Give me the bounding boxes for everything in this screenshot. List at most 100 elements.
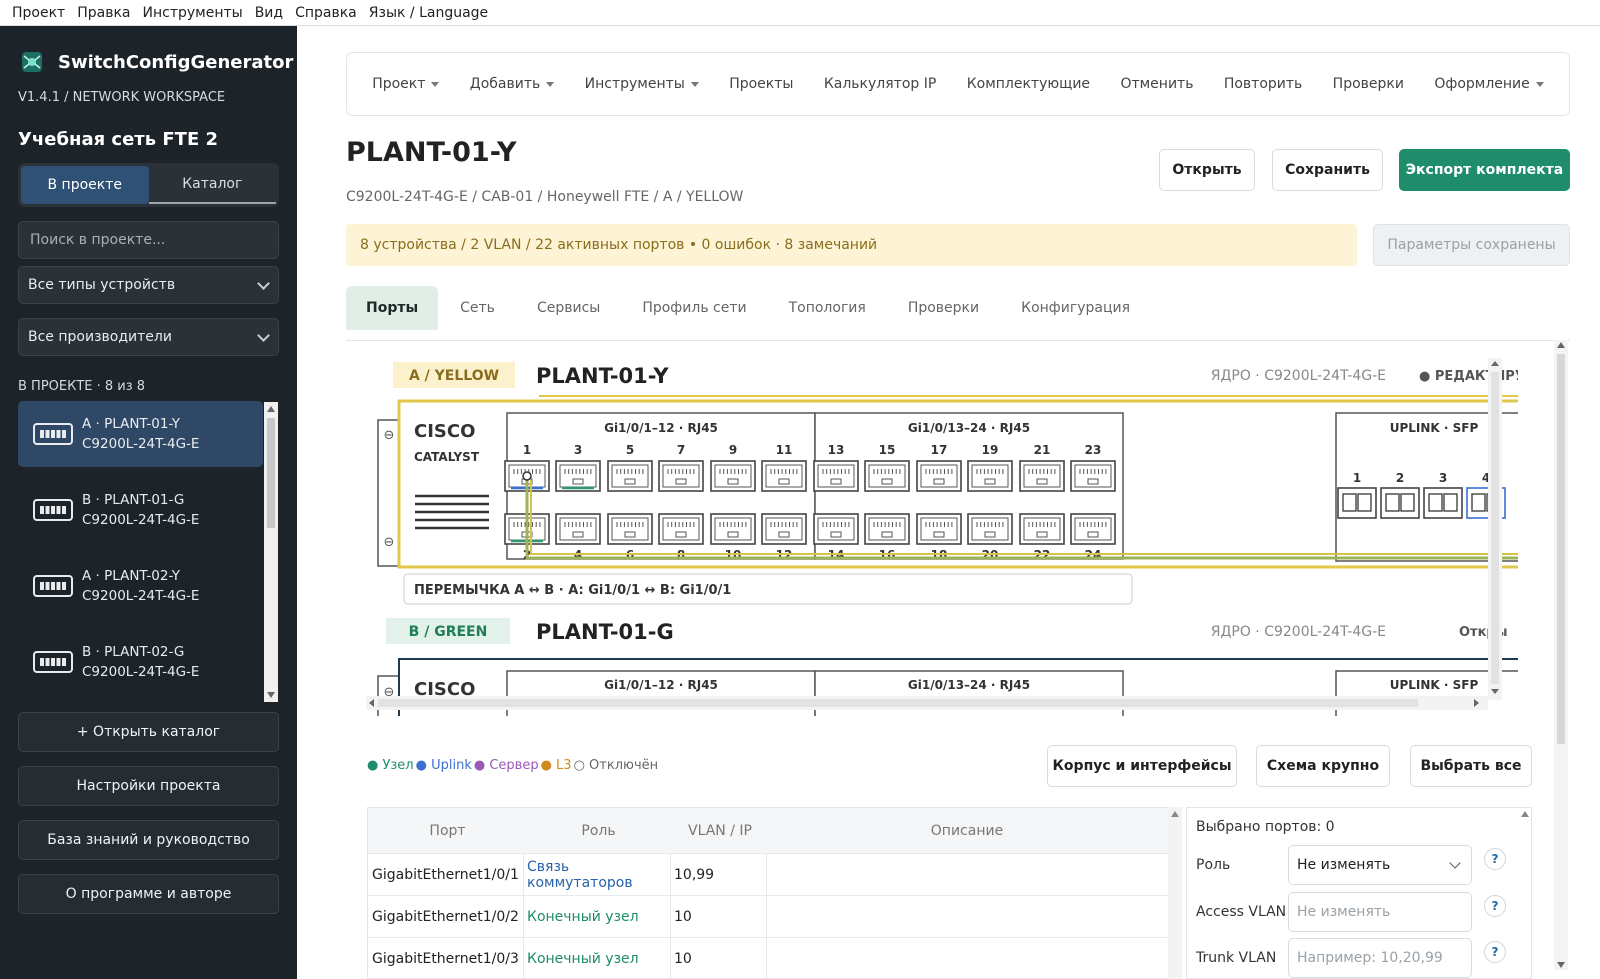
rj45-port[interactable] [607, 460, 653, 492]
trunk-vlan-input[interactable]: Например: 10,20,99 [1288, 938, 1472, 978]
table-row[interactable]: GigabitEthernet1/0/1 Связь коммутаторов 10… [368, 854, 1168, 896]
rj45-port[interactable] [607, 513, 653, 545]
project-search-input[interactable]: Поиск в проекте... [18, 221, 279, 259]
toolbar-item[interactable]: Повторить [1224, 76, 1302, 92]
toolbar-item[interactable]: Проекты [729, 76, 793, 92]
rj45-port[interactable] [916, 513, 962, 545]
page-scrollbar[interactable] [1554, 340, 1568, 970]
content-tab[interactable]: Конфигурация [1001, 286, 1150, 330]
page-scroll-thumb[interactable] [1557, 354, 1565, 744]
access-vlan-help-icon[interactable]: ? [1484, 895, 1506, 917]
toolbar-item[interactable]: Оформление [1434, 76, 1544, 92]
rj45-port[interactable] [658, 513, 704, 545]
rj45-port[interactable] [710, 460, 756, 492]
sfp-port[interactable] [1380, 487, 1420, 519]
table-scrollbar[interactable] [1168, 807, 1182, 979]
tab-catalog[interactable]: Каталог [148, 166, 276, 204]
menu-item[interactable]: Вид [255, 5, 283, 21]
toolbar-item[interactable]: Проект [372, 76, 440, 92]
scroll-up-icon[interactable] [1521, 811, 1529, 817]
rj45-port[interactable] [916, 460, 962, 492]
rj45-port[interactable] [1070, 513, 1116, 545]
column-header[interactable]: Описание [766, 823, 1168, 839]
content-tab[interactable]: Топология [769, 286, 886, 330]
menu-item[interactable]: Справка [295, 5, 357, 21]
rj45-port[interactable] [1070, 460, 1116, 492]
rj45-port[interactable] [813, 513, 859, 545]
device-list-item[interactable]: B · PLANT-01-G C9200L-24T-4G-E [18, 477, 263, 543]
trunk-vlan-help-icon[interactable]: ? [1484, 941, 1506, 963]
rj45-port[interactable] [813, 460, 859, 492]
chassis-interfaces-button[interactable]: Корпус и интерфейсы [1047, 745, 1237, 787]
toolbar-item[interactable]: Калькулятор IP [824, 76, 936, 92]
access-vlan-input[interactable]: Не изменять [1288, 892, 1472, 932]
large-diagram-button[interactable]: Схема крупно [1256, 745, 1390, 787]
scroll-up-icon[interactable] [1557, 342, 1565, 348]
table-row[interactable]: GigabitEthernet1/0/2 Конечный узел 10 [368, 896, 1168, 938]
rj45-port[interactable] [761, 513, 807, 545]
sfp-port[interactable] [1337, 487, 1377, 519]
device-list-item[interactable]: A · PLANT-01-Y C9200L-24T-4G-E [18, 401, 263, 467]
column-header[interactable]: VLAN / IP [670, 823, 766, 839]
menu-item[interactable]: Правка [77, 5, 130, 21]
device-list-item[interactable]: A · PLANT-02-Y C9200L-24T-4G-E [18, 553, 263, 619]
content-tab[interactable]: Проверки [888, 286, 999, 330]
scroll-up-icon[interactable] [267, 406, 275, 412]
sfp-port[interactable] [1423, 487, 1463, 519]
app-name: SwitchConfigGenerator [58, 51, 294, 73]
toolbar-item[interactable]: Добавить [470, 76, 555, 92]
rj45-port[interactable] [1019, 513, 1065, 545]
rj45-port[interactable] [555, 460, 601, 492]
menu-item[interactable]: Язык / Language [369, 5, 488, 21]
select-all-button[interactable]: Выбрать все [1410, 745, 1532, 787]
vendor-select[interactable]: Все производители [18, 318, 279, 356]
menu-item[interactable]: Инструменты [143, 5, 243, 21]
saved-status-button[interactable]: Параметры сохранены [1373, 224, 1570, 266]
device-type-select[interactable]: Все типы устройств [18, 266, 279, 304]
menu-item[interactable]: Проект [12, 5, 65, 21]
device-list-text: A · PLANT-02-Y C9200L-24T-4G-E [82, 566, 199, 606]
rj45-port[interactable] [658, 460, 704, 492]
scroll-down-icon[interactable] [1557, 962, 1565, 968]
table-row[interactable]: GigabitEthernet1/0/3 Конечный узел 10 [368, 938, 1168, 978]
scroll-down-icon[interactable] [267, 692, 275, 698]
column-header[interactable]: Роль [523, 823, 670, 839]
rj45-port[interactable] [864, 513, 910, 545]
toolbar-item[interactable]: Отменить [1120, 76, 1193, 92]
diagram-hscroll-thumb[interactable] [378, 699, 1418, 707]
scroll-up-icon[interactable] [1171, 811, 1179, 817]
tab-in-project[interactable]: В проекте [21, 166, 149, 204]
rj45-port[interactable] [967, 460, 1013, 492]
rj45-port[interactable] [555, 513, 601, 545]
toolbar-item[interactable]: Проверки [1333, 76, 1404, 92]
content-tab[interactable]: Порты [346, 286, 439, 330]
device-list-scrollbar[interactable] [264, 402, 278, 702]
about-button[interactable]: О программе и авторе [18, 874, 279, 914]
toolbar-item[interactable]: Инструменты [585, 76, 699, 92]
switch-diagram[interactable]: A / YELLOW PLANT-01-Y ЯДРО · C9200L-24T-… [366, 358, 1518, 716]
column-header[interactable]: Порт [368, 823, 523, 839]
toolbar-item-label: Оформление [1434, 76, 1530, 92]
content-tab[interactable]: Сеть [440, 286, 515, 330]
knowledge-base-button[interactable]: База знаний и руководство [18, 820, 279, 860]
project-settings-button[interactable]: Настройки проекта [18, 766, 279, 806]
save-button[interactable]: Сохранить [1272, 149, 1383, 191]
content-tab[interactable]: Сервисы [517, 286, 620, 330]
rj45-port[interactable] [761, 460, 807, 492]
open-catalog-button[interactable]: + Открыть каталог [18, 712, 279, 752]
trunk-vlan-label: Trunk VLAN [1196, 950, 1277, 966]
scroll-thumb[interactable] [267, 418, 275, 528]
rj45-port[interactable] [710, 513, 756, 545]
content-tab[interactable]: Профиль сети [622, 286, 766, 330]
role-help-icon[interactable]: ? [1484, 848, 1506, 870]
role-select[interactable]: Не изменять [1288, 845, 1472, 885]
device-list-item[interactable]: B · PLANT-02-G C9200L-24T-4G-E [18, 629, 263, 695]
rj45-port[interactable] [967, 513, 1013, 545]
export-kit-button[interactable]: Экспорт комплекта [1399, 149, 1570, 191]
panel-scrollbar[interactable] [1518, 807, 1532, 979]
diagram-vscroll-thumb[interactable] [1491, 372, 1499, 684]
toolbar-item[interactable]: Комплектующие [967, 76, 1090, 92]
rj45-port[interactable] [1019, 460, 1065, 492]
open-button[interactable]: Открыть [1159, 149, 1255, 191]
rj45-port[interactable] [864, 460, 910, 492]
